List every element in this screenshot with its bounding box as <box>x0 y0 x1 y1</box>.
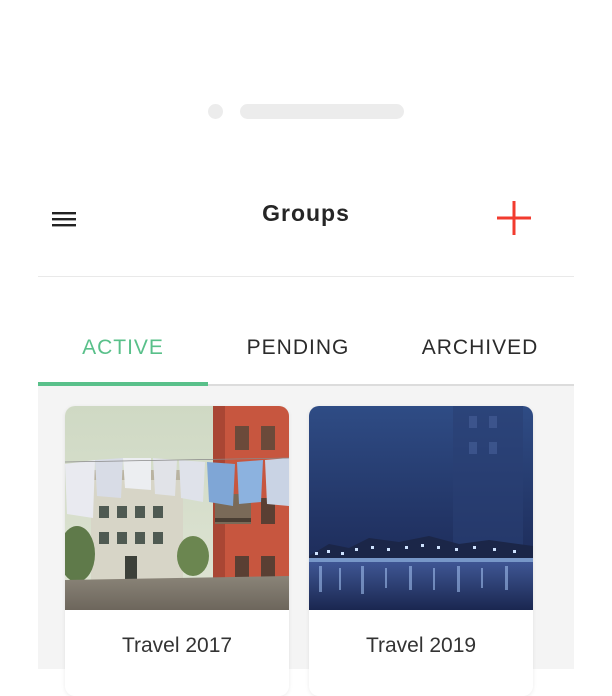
tab-pending[interactable]: PENDING <box>208 320 388 376</box>
groups-list: Travel 2017 Travel 2019 <box>38 386 574 696</box>
camera-dot <box>208 104 223 119</box>
speaker-bar <box>240 104 404 119</box>
street-with-laundry-photo <box>65 406 289 610</box>
group-tabs: ACTIVE PENDING ARCHIVED <box>38 320 574 387</box>
add-group-button[interactable] <box>494 198 534 238</box>
group-card-travel-2017[interactable]: Travel 2017 <box>65 406 289 696</box>
group-name: Travel 2017 <box>121 634 233 657</box>
plus-icon <box>497 201 531 235</box>
night-harbor-photo <box>309 406 533 610</box>
group-name: Travel 2019 <box>365 634 477 657</box>
tab-active[interactable]: ACTIVE <box>38 320 208 376</box>
app-header: Groups <box>38 180 574 277</box>
group-card-travel-2019[interactable]: Travel 2019 <box>309 406 533 696</box>
tab-archived[interactable]: ARCHIVED <box>388 320 572 376</box>
